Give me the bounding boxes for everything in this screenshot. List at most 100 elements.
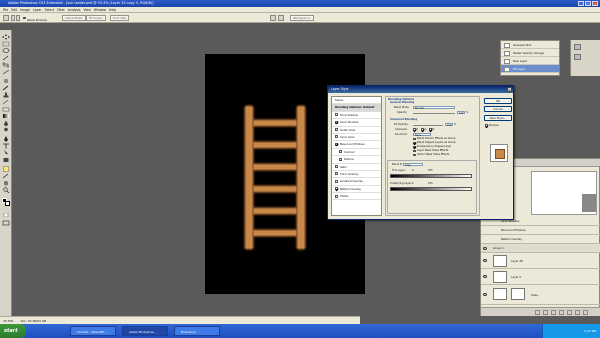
transparency-shapes-checkbox[interactable] [413,145,416,149]
layer-row[interactable]: Shap.. [481,285,600,305]
history-item[interactable]: Raster Opacity Change [501,49,559,57]
path-selection-tool-icon[interactable] [2,150,10,156]
ok-button[interactable]: OK [484,98,512,104]
style-checkbox[interactable] [335,135,338,139]
channel-b-checkbox[interactable] [429,128,432,131]
print-size-button[interactable]: Print Size [110,15,130,21]
style-checkbox[interactable] [335,120,338,124]
menu-file[interactable]: File [3,7,8,12]
menu-view[interactable]: View [84,7,91,12]
gradient-tool-icon[interactable] [2,113,10,119]
opacity-slider[interactable] [413,112,455,114]
eyedropper-tool-icon[interactable] [2,173,10,179]
layer-row[interactable]: Layer 28 [481,253,600,269]
dodge-tool-icon[interactable] [2,127,10,133]
style-list-item[interactable]: Texture [332,156,381,164]
style-list-item[interactable]: Blending Options: Default [332,104,381,112]
style-list-item[interactable]: Styles [332,97,381,105]
style-checkbox[interactable] [335,179,338,183]
pen-tool-icon[interactable] [2,136,10,142]
fit-screen-button[interactable]: Fit Screen [86,15,106,21]
minimize-button[interactable]: _ [578,1,584,6]
style-list-item[interactable]: Satin [332,164,381,171]
new-group-icon[interactable] [567,310,572,315]
history-brush-tool-icon[interactable] [2,99,10,105]
style-list-item[interactable]: Color Overlay [332,171,381,179]
dialog-close-button[interactable]: × [507,87,512,92]
zoom-tool-icon[interactable] [3,15,9,21]
style-list-item[interactable]: Inner Shadow [332,119,381,127]
menu-help[interactable]: Help [109,7,116,12]
histogram-icon[interactable] [574,54,581,60]
style-checkbox[interactable] [339,157,342,161]
menu-layer[interactable]: Layer [33,7,42,12]
bridge-icon[interactable] [270,15,276,21]
menu-image[interactable]: Image [20,7,30,12]
taskbar-item-active[interactable]: Adobe Photoshop... [122,326,168,336]
cancel-button[interactable]: Cancel [484,106,512,112]
style-list-item[interactable]: Contour [332,149,381,157]
brush-tool-icon[interactable] [2,85,10,91]
navigator-icon[interactable] [574,44,581,50]
screen-mode-icon[interactable] [278,15,284,21]
blend-interior-checkbox[interactable] [413,137,416,141]
style-list-item[interactable]: Gradient Overlay [332,178,381,186]
trash-icon[interactable] [583,310,588,315]
screen-mode-tool-icon[interactable] [2,220,10,226]
style-checkbox[interactable] [335,172,338,176]
style-checkbox[interactable] [339,150,342,154]
menu-window[interactable]: Window [94,7,106,12]
knockout-select[interactable]: None [413,132,431,136]
crop-tool-icon[interactable] [2,62,10,68]
add-mask-icon[interactable] [551,310,556,315]
workspace-menu[interactable]: Workspace ▾ [290,15,314,21]
style-checkbox[interactable] [335,128,338,132]
start-button[interactable]: start [0,324,26,338]
vector-mask-hides-checkbox[interactable] [413,153,416,157]
menu-analysis[interactable]: Analysis [68,7,81,12]
layer-effect-row[interactable]: Pattern Overlay [481,235,600,244]
zoom-level[interactable]: 33.33% [3,319,14,323]
clone-stamp-tool-icon[interactable] [2,92,10,98]
adjustment-layer-icon[interactable] [559,310,564,315]
blend-if-select[interactable]: Gray [403,162,423,166]
move-tool-icon[interactable] [2,34,10,40]
marquee-tool-icon[interactable] [2,41,10,47]
menu-select[interactable]: Select [45,7,55,12]
eraser-tool-icon[interactable] [2,106,10,112]
visibility-eye-icon[interactable] [483,293,487,296]
visibility-eye-icon[interactable] [483,259,487,262]
zoom-out-icon[interactable] [16,15,20,21]
style-list-item[interactable]: Inner Glow [332,134,381,142]
style-checkbox[interactable] [335,165,338,169]
style-checkbox[interactable] [335,113,338,117]
healing-brush-tool-icon[interactable] [2,78,10,84]
add-style-icon[interactable] [543,310,548,315]
resize-windows-checkbox[interactable] [23,16,26,20]
layer-group-row[interactable]: Group 1 [481,244,600,253]
visibility-eye-icon[interactable] [483,275,487,278]
style-list-item[interactable]: Outer Glow [332,127,381,134]
slice-tool-icon[interactable] [2,69,10,75]
shape-tool-icon[interactable] [2,157,10,163]
link-layers-icon[interactable] [535,310,540,315]
preview-checkbox[interactable] [485,124,488,127]
menu-filter[interactable]: Filter [57,7,65,12]
history-item-selected[interactable]: Fill Layer [501,65,559,73]
style-list-item[interactable]: Pattern Overlay [332,186,381,194]
background-color-swatch[interactable] [5,201,10,206]
magic-wand-tool-icon[interactable] [2,55,10,61]
blur-tool-icon[interactable] [2,120,10,126]
close-button[interactable]: × [592,1,598,6]
layer-effect-row[interactable]: Bevel and Emboss [481,226,600,235]
taskbar-item[interactable]: Photoshop [174,326,220,336]
layer-row[interactable]: Layer 5 [481,269,600,285]
taskbar-item[interactable]: YouTube - SetzedPh... [70,326,116,336]
maximize-button[interactable]: □ [585,1,591,6]
style-list-item[interactable]: Drop Shadow [332,112,381,120]
lasso-tool-icon[interactable] [2,48,10,54]
style-list-item[interactable]: Bevel and Emboss [332,141,381,149]
layer-mask-hides-checkbox[interactable] [413,149,416,153]
menu-edit[interactable]: Edit [11,7,17,12]
blend-mode-select[interactable]: Normal [413,105,455,109]
